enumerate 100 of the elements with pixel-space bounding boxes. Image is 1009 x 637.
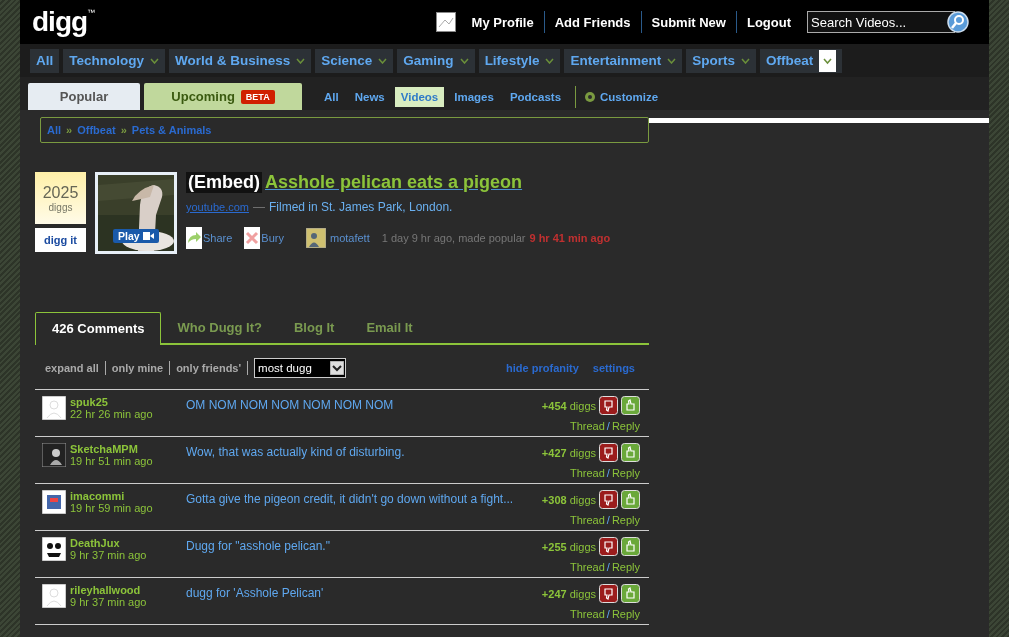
comment-time: 22 hr 26 min ago (70, 408, 154, 420)
media-filter[interactable]: All (318, 86, 345, 107)
caret-icon (378, 57, 388, 64)
link-separator: / (606, 467, 610, 479)
reply-link[interactable]: Reply (611, 514, 640, 526)
comment-tab[interactable]: Blog It (277, 312, 351, 343)
search-field[interactable]: Search Videos... (807, 11, 955, 33)
caret-icon (296, 57, 306, 64)
thread-link[interactable]: Thread (569, 561, 605, 573)
video-thumbnail[interactable]: Play (95, 172, 177, 254)
media-filter[interactable]: Podcasts (503, 86, 568, 107)
comment-username[interactable]: SketchaMPM (70, 443, 186, 455)
thread-link[interactable]: Thread (569, 608, 605, 620)
topic-tab[interactable]: Technology (63, 48, 166, 73)
comment-username[interactable]: DeathJux (70, 537, 186, 549)
digg-button[interactable]: digg it (35, 228, 86, 252)
comment-text: OM NOM NOM NOM NOM NOM NOM (186, 397, 395, 414)
topic-tab[interactable]: Sports (686, 48, 756, 73)
user-avatar-icon (42, 490, 66, 514)
breadcrumb-separator: » (120, 124, 127, 136)
thread-link[interactable]: Thread (569, 420, 605, 432)
comment-digg-count: +308 diggs (541, 493, 596, 506)
media-filter[interactable]: Videos (394, 86, 445, 107)
topic-tab[interactable]: Science (315, 48, 394, 73)
caret-icon (819, 49, 837, 72)
story-description: Filmed in St. James Park, London. (269, 200, 453, 214)
topic-tab[interactable]: World & Business (169, 48, 312, 73)
header-link[interactable]: My Profile (461, 14, 544, 30)
reply-link[interactable]: Reply (611, 561, 640, 573)
digg-count: 2025 (42, 183, 79, 202)
comment-username[interactable]: imacommi (70, 490, 186, 502)
thumbs-up-button[interactable] (621, 584, 640, 603)
comment-digg-count: +454 diggs (541, 399, 596, 412)
submitter-link[interactable]: motafett (330, 232, 370, 244)
reply-link[interactable]: Reply (611, 420, 640, 432)
comment-digg-count: +427 diggs (541, 446, 596, 459)
user-avatar-icon (42, 584, 66, 608)
comment-tab[interactable]: Email It (350, 312, 429, 343)
header-link[interactable]: Add Friends (544, 14, 641, 30)
beta-badge: BETA (240, 89, 275, 104)
thumbs-up-button[interactable] (621, 537, 640, 556)
reply-link[interactable]: Reply (611, 467, 640, 479)
link-separator: / (606, 420, 610, 432)
topic-tab[interactable]: Lifestyle (478, 48, 561, 73)
caret-icon (150, 57, 160, 64)
thread-link[interactable]: Thread (569, 467, 605, 479)
comment-text: dugg for 'Asshole Pelican' (186, 585, 325, 602)
media-filter[interactable]: News (348, 86, 391, 107)
comment-filter[interactable]: expand all (45, 362, 105, 374)
thumbs-down-button[interactable] (599, 537, 618, 556)
thumbs-down-button[interactable] (599, 396, 618, 415)
digg-label: diggs (48, 201, 73, 213)
sort-tab[interactable]: Upcoming BETA (144, 83, 302, 110)
comment-tab[interactable]: Who Dugg It? (161, 312, 278, 343)
story-title[interactable]: Asshole pelican eats a pigeon (265, 172, 523, 193)
caret-icon (459, 57, 469, 64)
thumbs-up-button[interactable] (621, 490, 640, 509)
caret-icon (667, 57, 677, 64)
topic-tab[interactable]: Gaming (397, 48, 475, 73)
customize-link[interactable]: Customize (600, 86, 665, 107)
comment-digg-count: +247 diggs (541, 587, 596, 600)
trademark: ™ (87, 8, 96, 17)
comment-filter[interactable]: only mine (111, 362, 170, 374)
reply-link[interactable]: Reply (611, 608, 640, 620)
thumbs-down-button[interactable] (599, 490, 618, 509)
comment-username[interactable]: rileyhallwood (70, 584, 186, 596)
dash: — (253, 200, 265, 214)
play-button[interactable]: Play (113, 229, 159, 243)
header-link[interactable]: Submit New (641, 14, 736, 30)
comment-time: 19 hr 59 min ago (70, 502, 154, 514)
breadcrumb-separator: » (66, 124, 73, 136)
comment-tab[interactable]: 426 Comments (35, 312, 162, 345)
dropdown-icon (330, 361, 345, 375)
thumbs-up-button[interactable] (621, 396, 640, 415)
comment-username[interactable]: spuk25 (70, 396, 186, 408)
camera-icon (142, 232, 154, 240)
bury-link[interactable]: Bury (261, 232, 284, 244)
embed-label: (Embed) (186, 172, 262, 193)
thread-link[interactable]: Thread (569, 514, 605, 526)
sort-select[interactable]: most dugg (254, 358, 347, 378)
digg-logo[interactable]: digg (32, 8, 88, 36)
gear-icon (584, 90, 597, 103)
topic-tab[interactable]: All (30, 48, 60, 73)
thumbs-down-button[interactable] (599, 443, 618, 462)
media-filter[interactable]: Images (448, 86, 500, 107)
header-link[interactable]: Logout (736, 14, 801, 30)
topic-tab[interactable]: Entertainment (564, 48, 683, 73)
topic-tab[interactable]: Offbeat (759, 48, 843, 73)
cross-icon[interactable] (244, 227, 261, 249)
comment-digg-count: +255 diggs (541, 540, 596, 553)
share-link[interactable]: Share (203, 232, 233, 244)
sort-tab[interactable]: Popular (28, 83, 140, 110)
comment-filter[interactable]: only friends' (176, 362, 248, 374)
user-avatar-icon (42, 443, 66, 467)
thumbs-up-button[interactable] (621, 443, 640, 462)
thumbs-down-button[interactable] (599, 584, 618, 603)
comment-time: 19 hr 51 min ago (70, 455, 154, 467)
link-separator: / (606, 608, 610, 620)
comment-text: Gotta give the pigeon credit, it didn't go down without a fight... (186, 491, 515, 508)
user-avatar-icon (306, 228, 326, 248)
